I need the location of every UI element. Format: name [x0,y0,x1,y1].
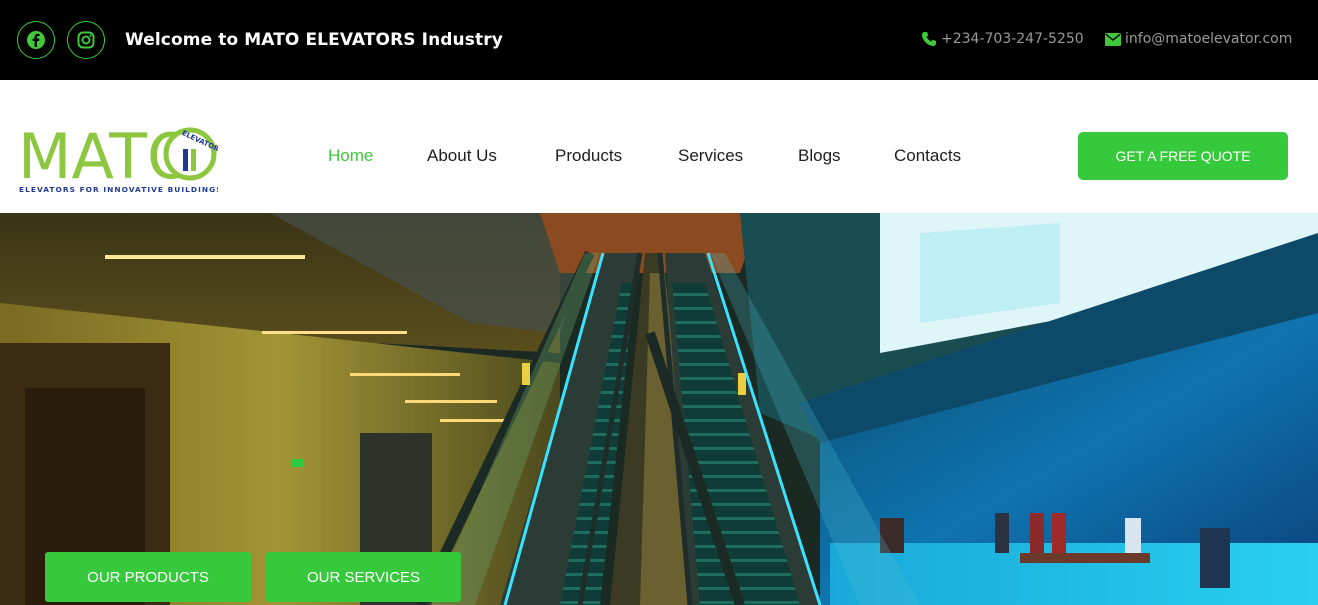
logo-graphic: MATO ELEVATOR ELEVATORS FOR INNOVATIVE B… [18,120,222,194]
get-quote-button[interactable]: GET A FREE QUOTE [1078,132,1288,180]
top-bar: Welcome to MATO ELEVATORS Industry +234-… [0,0,1318,80]
hero-escalator-image [0,213,1318,605]
welcome-text: Welcome to MATO ELEVATORS Industry [125,30,503,50]
email-link[interactable]: info@matoelevator.com [1105,31,1292,47]
nav-about-us[interactable]: About Us [427,146,497,166]
nav-products[interactable]: Products [555,146,622,166]
instagram-icon [77,31,95,49]
hero-banner: OUR PRODUCTS OUR SERVICES [0,213,1318,605]
envelope-icon [1105,32,1121,46]
phone-link[interactable]: +234-703-247-5250 [921,31,1084,47]
our-services-button[interactable]: OUR SERVICES [266,552,461,602]
logo[interactable]: MATO ELEVATOR ELEVATORS FOR INNOVATIVE B… [18,120,222,194]
site-header: MATO ELEVATOR ELEVATORS FOR INNOVATIVE B… [0,80,1318,213]
phone-icon [922,32,936,46]
nav-services[interactable]: Services [678,146,743,166]
nav-blogs[interactable]: Blogs [798,146,841,166]
instagram-link[interactable] [67,21,105,59]
phone-number: +234-703-247-5250 [941,31,1084,47]
facebook-link[interactable] [17,21,55,59]
email-address: info@matoelevator.com [1125,31,1293,47]
logo-tagline: ELEVATORS FOR INNOVATIVE BUILDINGS [19,185,218,194]
facebook-icon [27,31,45,49]
nav-contacts[interactable]: Contacts [894,146,961,166]
nav-home[interactable]: Home [328,146,373,166]
our-products-button[interactable]: OUR PRODUCTS [45,552,251,602]
